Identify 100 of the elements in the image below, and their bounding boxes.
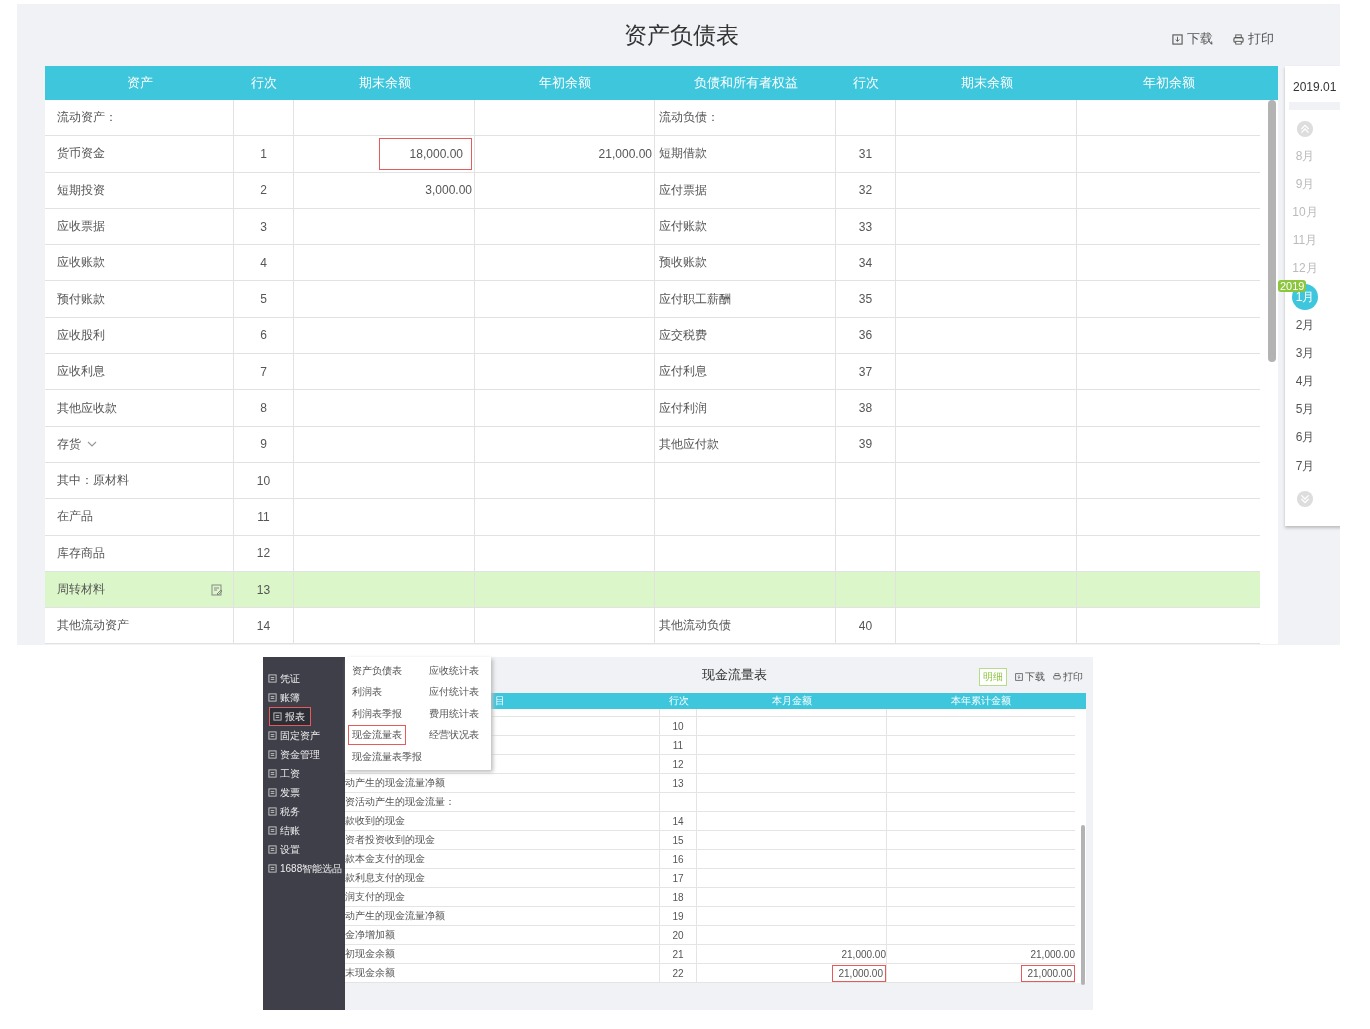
cell-text: 11	[257, 509, 270, 524]
table-row[interactable]: 预付账款 5 应付职工薪酬 35	[45, 281, 1260, 318]
cell-text: 其他应收款	[57, 399, 117, 417]
cell-text: 36	[858, 328, 873, 343]
cell-text: 存货	[57, 435, 81, 453]
menu-item[interactable]: 应付统计表	[426, 683, 482, 702]
cell-text: 31	[858, 146, 873, 161]
cell-text: 在产品	[57, 508, 93, 526]
table-row[interactable]: 应收账款 4 预收账款 34	[45, 245, 1260, 282]
cell-text: 40	[858, 618, 873, 633]
menu-item[interactable]: 现金流量表季报	[349, 747, 425, 766]
nav-item[interactable]: 1688智能选品	[263, 859, 345, 878]
table-row[interactable]: 流动资产： 流动负债：	[45, 100, 1260, 137]
cell-text: 流动负债：	[659, 109, 719, 127]
table-row[interactable]: 其中：原材料 10	[45, 462, 1260, 500]
table-row[interactable]: 短期投资 2 3,000.00 应付票据 32	[45, 172, 1260, 209]
cell-text: 6	[260, 328, 267, 343]
download-button[interactable]: 下载	[1172, 30, 1213, 48]
cell-text: 18	[672, 891, 684, 903]
menu-item[interactable]: 利润表	[349, 683, 385, 702]
document-icon	[268, 750, 277, 759]
cell-text: 末现金余额	[345, 966, 395, 980]
cell-text: 33	[858, 219, 873, 234]
cell-text: 资活动产生的现金流量：	[345, 795, 455, 809]
table-row[interactable]: 其他应收款 8 应付利润 38	[45, 390, 1260, 427]
print-button[interactable]: 打印	[1053, 670, 1083, 684]
cell-text: 13	[672, 777, 684, 789]
column-header: 年初余额	[1141, 74, 1196, 92]
document-icon	[268, 807, 277, 816]
menu-item[interactable]: 利润表季报	[349, 704, 405, 723]
scrollbar-thumb[interactable]	[1081, 825, 1085, 985]
cell-text: 货币资金	[57, 145, 105, 163]
nav-item[interactable]: 工资	[263, 764, 345, 783]
cell-text: 短期投资	[57, 181, 105, 199]
cell-text: 14	[256, 618, 271, 633]
cell-text: 润支付的现金	[345, 890, 405, 904]
table-row[interactable]: 货币资金 1 18,000.00 21,000.00 短期借款 31	[45, 136, 1260, 173]
nav-item[interactable]: 凭证	[263, 669, 345, 688]
cell-text: 15	[672, 834, 684, 846]
scroll-up-icon[interactable]	[1296, 120, 1314, 138]
cell-text: 39	[858, 437, 873, 452]
month-item[interactable]: 2月	[1295, 316, 1315, 334]
cell-text: 38	[858, 401, 873, 415]
cell-text: 应收票据	[57, 218, 105, 236]
document-icon	[273, 712, 282, 721]
edit-icon[interactable]	[211, 583, 223, 596]
cell-text: 库存商品	[57, 544, 105, 562]
report-title: 现金流量表	[701, 666, 767, 684]
document-icon	[268, 674, 277, 683]
month-item[interactable]: 5月	[1295, 401, 1315, 419]
menu-item[interactable]: 费用统计表	[426, 704, 482, 723]
cell-text: 8	[260, 401, 267, 415]
table-row[interactable]: 应收利息 7 应付利息 37	[45, 354, 1260, 391]
document-icon	[268, 826, 277, 835]
download-button[interactable]: 下载	[1015, 670, 1045, 684]
chevron-down-icon[interactable]	[87, 441, 97, 448]
selected-row[interactable]: 周转材料 13	[45, 571, 1260, 609]
table-row[interactable]: 库存商品 12	[45, 535, 1260, 572]
print-button[interactable]: 打印	[1233, 30, 1274, 48]
month-item[interactable]: 3月	[1295, 344, 1315, 362]
table-row[interactable]: 其他流动资产 14 其他流动负债 40	[45, 608, 1260, 645]
scrollbar-thumb[interactable]	[1268, 100, 1276, 362]
document-icon	[268, 864, 277, 873]
menu-item[interactable]: 应收统计表	[426, 661, 482, 680]
menu-item[interactable]: 资产负债表	[349, 661, 405, 680]
document-icon	[268, 769, 277, 778]
table-row[interactable]: 应收票据 3 应付账款 33	[45, 208, 1260, 246]
nav-item[interactable]: 固定资产	[263, 726, 345, 745]
cell-text: 14	[672, 815, 684, 827]
download-icon	[1015, 673, 1023, 681]
table-row[interactable]: 存货 9 其他应付款 39	[45, 426, 1260, 463]
nav-item[interactable]: 账簿	[263, 688, 345, 707]
nav-item[interactable]: 资金管理	[263, 745, 345, 764]
download-icon	[1172, 33, 1183, 45]
scroll-down-icon[interactable]	[1296, 490, 1314, 509]
table-row[interactable]: 应收股利 6 应交税费 36	[45, 317, 1260, 355]
report-title: 资产负债表	[624, 20, 739, 50]
month-item[interactable]: 7月	[1295, 457, 1315, 475]
cell-text: 21	[672, 948, 684, 960]
column-header: 期末余额	[357, 74, 412, 92]
month-item[interactable]: 6月	[1295, 429, 1315, 447]
year-badge: 2019	[1278, 279, 1307, 292]
nav-item[interactable]: 结账	[263, 821, 345, 840]
nav-item[interactable]: 税务	[263, 802, 345, 821]
nav-item[interactable]: 发票	[263, 783, 345, 802]
highlighted-cell-value: 21,000.00	[831, 964, 886, 982]
selected-menu-item[interactable]: 现金流量表	[349, 726, 405, 745]
print-icon	[1233, 33, 1244, 45]
cell-text: 其他流动负债	[659, 617, 731, 635]
menu-item[interactable]: 经营状况表	[426, 726, 482, 745]
selected-nav-item[interactable]: 报表	[269, 707, 311, 726]
cell-text: 应付利息	[659, 363, 707, 381]
cell-text: 预收账款	[659, 254, 707, 272]
table-row[interactable]: 在产品 11	[45, 499, 1260, 536]
cell-text: 款利息支付的现金	[345, 871, 425, 885]
month-item[interactable]: 4月	[1295, 373, 1315, 391]
cell-text: 19	[672, 910, 684, 922]
cell-text: 应付职工薪酬	[659, 290, 731, 308]
column-header: 年初余额	[538, 74, 592, 92]
nav-item[interactable]: 设置	[263, 840, 345, 859]
